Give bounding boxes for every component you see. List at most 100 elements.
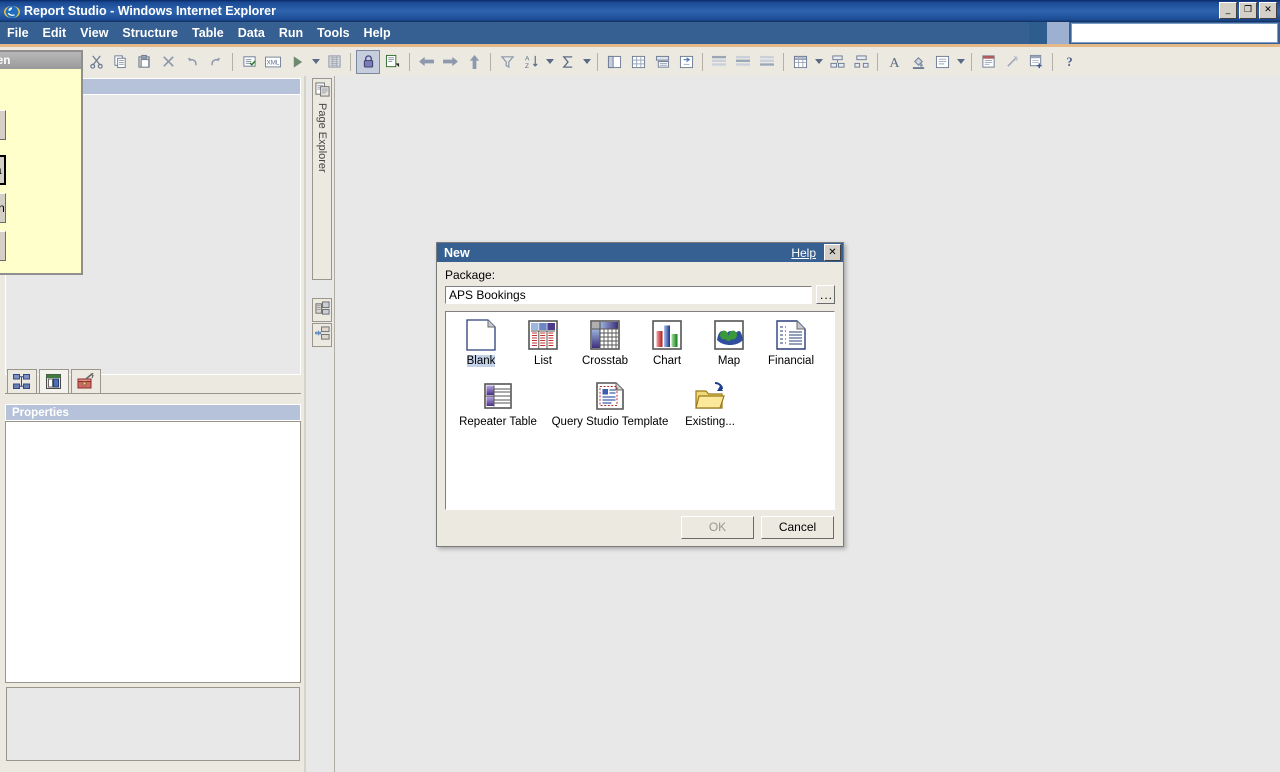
internet-explorer-icon <box>4 3 20 19</box>
dialog-buttons: OK Cancel <box>437 508 843 546</box>
padding-icon[interactable] <box>931 51 953 73</box>
forward-icon[interactable] <box>439 51 461 73</box>
align-bottom-icon[interactable] <box>756 51 778 73</box>
template-blank[interactable]: Blank <box>450 318 512 367</box>
sidebar-item-data-items-tab[interactable] <box>39 369 69 394</box>
template-query-studio[interactable]: Query Studio Template <box>546 379 674 428</box>
left-panel-splitter[interactable] <box>304 76 306 772</box>
copy-page-icon[interactable] <box>382 51 404 73</box>
xml-icon[interactable]: XML <box>262 51 284 73</box>
template-map[interactable]: Map <box>698 318 760 367</box>
split-cells-icon[interactable] <box>850 51 872 73</box>
undo-icon[interactable] <box>181 51 203 73</box>
filter-icon[interactable] <box>496 51 518 73</box>
menu-item-data[interactable]: Data <box>231 24 272 42</box>
padding-dropdown-icon[interactable] <box>955 51 966 73</box>
template-list[interactable]: Blank <box>445 311 835 510</box>
validate-icon[interactable] <box>238 51 260 73</box>
help-icon[interactable]: ? <box>1058 51 1080 73</box>
menu-item-structure[interactable]: Structure <box>115 24 185 42</box>
screen-capture-tool-window: Screen Alt-Print apture Area pture Scree… <box>0 50 83 275</box>
main-toolbar: XML AZ <box>0 47 1280 77</box>
condition-explorer-icon <box>315 326 330 344</box>
package-browse-button[interactable]: ... <box>816 285 835 304</box>
page-explorer-label: Page Explorer <box>316 103 328 173</box>
crosstab-report-icon <box>588 318 622 352</box>
summarize-dropdown-icon[interactable] <box>581 51 592 73</box>
menubar-block-dark <box>1029 22 1047 44</box>
split-pane-icon[interactable] <box>603 51 625 73</box>
template-chart[interactable]: Chart <box>636 318 698 367</box>
group-icon[interactable] <box>627 51 649 73</box>
redo-icon[interactable] <box>205 51 227 73</box>
paste-icon[interactable] <box>133 51 155 73</box>
menu-item-edit[interactable]: Edit <box>36 24 74 42</box>
lock-icon[interactable] <box>356 50 380 74</box>
sidebar-item-source-tab[interactable] <box>7 369 37 394</box>
map-report-icon <box>712 318 746 352</box>
align-middle-icon[interactable] <box>732 51 754 73</box>
blank-report-icon <box>464 318 498 352</box>
cancel-button[interactable]: Cancel <box>761 516 834 539</box>
cut-icon[interactable] <box>85 51 107 73</box>
toolbar-separator <box>409 53 410 71</box>
dialog-close-button[interactable]: ✕ <box>824 244 841 261</box>
run-icon[interactable] <box>286 51 308 73</box>
minimize-button[interactable]: _ <box>1219 2 1237 19</box>
maximize-button[interactable]: ❐ <box>1239 2 1257 19</box>
capture-area-button[interactable]: apture Area <box>0 155 6 185</box>
sidebar-item-toolbox-tab[interactable] <box>71 369 101 394</box>
menu-item-run[interactable]: Run <box>272 24 310 42</box>
sort-icon[interactable]: AZ <box>520 51 542 73</box>
alt-print-button[interactable]: Alt-Print <box>0 110 6 140</box>
menu-item-file[interactable]: File <box>0 24 36 42</box>
template-chart-label: Chart <box>653 355 681 367</box>
section-icon[interactable] <box>651 51 673 73</box>
menu-item-help[interactable]: Help <box>357 24 398 42</box>
toolbar-separator <box>877 53 878 71</box>
table-dropdown-icon[interactable] <box>813 51 824 73</box>
package-input[interactable]: APS Bookings <box>445 286 812 304</box>
template-list[interactable]: List <box>512 318 574 367</box>
merge-cells-icon[interactable] <box>826 51 848 73</box>
toolbar-separator <box>350 53 351 71</box>
query-explorer-tab[interactable] <box>312 298 332 322</box>
template-repeater-table[interactable]: Repeater Table <box>450 379 546 428</box>
dialog-body: Package: APS Bookings ... Blank <box>437 262 843 510</box>
add-style-icon[interactable] <box>1025 51 1047 73</box>
close-button[interactable]: ✕ <box>1259 2 1277 19</box>
ok-button[interactable]: OK <box>681 516 754 539</box>
conditional-style-icon[interactable] <box>977 51 999 73</box>
sort-dropdown-icon[interactable] <box>544 51 555 73</box>
condition-explorer-tab[interactable] <box>312 323 332 347</box>
pivot-icon[interactable] <box>675 51 697 73</box>
run-dropdown-icon[interactable] <box>310 51 321 73</box>
toolbar-separator <box>1052 53 1053 71</box>
dialog-help-link[interactable]: Help <box>791 246 816 260</box>
template-existing[interactable]: Existing... <box>674 379 746 428</box>
table-icon[interactable] <box>789 51 811 73</box>
query-explorer-icon <box>315 301 330 319</box>
up-icon[interactable] <box>463 51 485 73</box>
menu-item-view[interactable]: View <box>73 24 115 42</box>
capture-tool-titlebar: Screen <box>0 52 81 69</box>
back-icon[interactable] <box>415 51 437 73</box>
background-color-icon[interactable] <box>907 51 929 73</box>
page-explorer-tab[interactable]: Page Explorer <box>312 78 332 280</box>
font-icon[interactable]: A <box>883 51 905 73</box>
clear-style-icon[interactable] <box>1001 51 1023 73</box>
delete-icon[interactable] <box>157 51 179 73</box>
template-crosstab[interactable]: Crosstab <box>574 318 636 367</box>
menu-item-table[interactable]: Table <box>185 24 231 42</box>
exit-button[interactable]: Exit <box>0 231 6 261</box>
properties-body[interactable] <box>5 421 301 683</box>
address-input[interactable] <box>1071 23 1278 43</box>
template-financial[interactable]: Financial <box>760 318 822 367</box>
copy-icon[interactable] <box>109 51 131 73</box>
page-preview-icon[interactable] <box>323 51 345 73</box>
align-top-icon[interactable] <box>708 51 730 73</box>
summarize-icon[interactable] <box>557 51 579 73</box>
tab-underline <box>5 393 301 394</box>
menu-item-tools[interactable]: Tools <box>310 24 356 42</box>
capture-screen-button[interactable]: pture Screen <box>0 193 6 223</box>
